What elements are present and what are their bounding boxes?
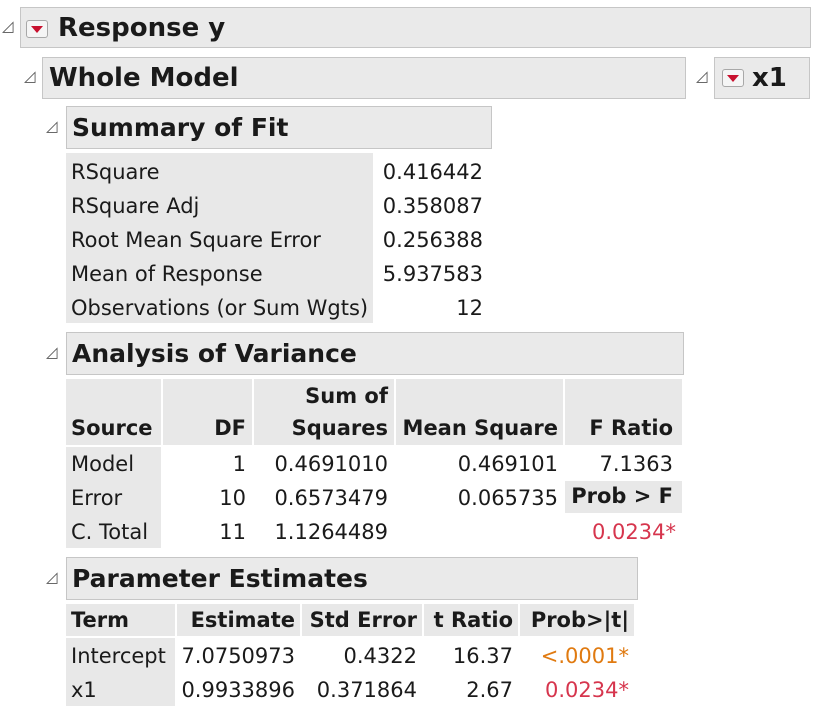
col-header-df: DF <box>214 416 246 440</box>
anova-ss: 0.4691010 <box>274 452 388 476</box>
summary-value: 5.937583 <box>382 262 483 286</box>
col-header-ss: Squares <box>291 416 388 440</box>
col-header-prob-t: Prob>|t| <box>530 608 629 632</box>
anova-title: Analysis of Variance <box>72 339 357 368</box>
pe-t-ratio: 16.37 <box>452 644 513 668</box>
pe-prob: <.0001* <box>540 644 629 668</box>
anova-df: 11 <box>219 520 246 544</box>
parameter-estimates-title: Parameter Estimates <box>72 564 368 593</box>
pe-estimate: 0.9933896 <box>181 678 295 702</box>
anova-f-ratio: 7.1363 <box>599 452 673 476</box>
col-header-source: Source <box>71 416 153 440</box>
disclosure-triangle-icon[interactable]: ◿ <box>46 119 58 134</box>
anova-prob-f-value: 0.0234* <box>592 520 676 544</box>
col-header-ss: Sum of <box>305 384 388 408</box>
summary-value: 12 <box>456 296 483 320</box>
red-triangle-menu-icon[interactable] <box>26 20 48 38</box>
summary-label: Root Mean Square Error <box>71 228 321 252</box>
pe-term: x1 <box>71 678 97 702</box>
col-header-term: Term <box>71 608 130 632</box>
disclosure-triangle-icon[interactable]: ◿ <box>696 69 708 84</box>
pe-std-error: 0.371864 <box>316 678 417 702</box>
pe-std-error: 0.4322 <box>343 644 417 668</box>
red-triangle-menu-icon[interactable] <box>722 69 744 87</box>
summary-value: 0.416442 <box>382 160 483 184</box>
x1-title: x1 <box>752 63 787 93</box>
summary-label: RSquare Adj <box>71 194 200 218</box>
col-header-ms: Mean Square <box>402 416 558 440</box>
summary-label: RSquare <box>71 160 160 184</box>
disclosure-triangle-icon[interactable]: ◿ <box>46 570 58 585</box>
response-title: Response y <box>58 13 226 43</box>
pe-prob: 0.0234* <box>545 678 629 702</box>
summary-of-fit-title: Summary of Fit <box>72 113 289 142</box>
anova-ms: 0.469101 <box>457 452 558 476</box>
summary-value: 0.358087 <box>382 194 483 218</box>
disclosure-triangle-icon[interactable]: ◿ <box>2 19 14 34</box>
col-header-f-ratio: F Ratio <box>589 416 673 440</box>
pe-t-ratio: 2.67 <box>466 678 513 702</box>
whole-model-title: Whole Model <box>49 63 239 93</box>
summary-label: Observations (or Sum Wgts) <box>71 296 369 320</box>
anova-source: Model <box>71 452 135 476</box>
summary-value: 0.256388 <box>382 228 483 252</box>
pe-term: Intercept <box>71 644 166 668</box>
anova-ss: 1.1264489 <box>274 520 388 544</box>
col-header-estimate: Estimate <box>190 608 295 632</box>
col-header-prob-f: Prob > F <box>571 484 673 508</box>
pe-estimate: 7.0750973 <box>181 644 295 668</box>
disclosure-triangle-icon[interactable]: ◿ <box>24 69 36 84</box>
anova-df: 1 <box>232 452 246 476</box>
col-header-std-error: Std Error <box>309 608 417 632</box>
disclosure-triangle-icon[interactable]: ◿ <box>46 345 58 360</box>
anova-ss: 0.6573479 <box>274 486 388 510</box>
anova-df: 10 <box>219 486 246 510</box>
summary-label: Mean of Response <box>71 262 263 286</box>
col-header-t-ratio: t Ratio <box>433 608 513 632</box>
anova-source: C. Total <box>71 520 149 544</box>
anova-ms: 0.065735 <box>457 486 558 510</box>
anova-source: Error <box>71 486 123 510</box>
